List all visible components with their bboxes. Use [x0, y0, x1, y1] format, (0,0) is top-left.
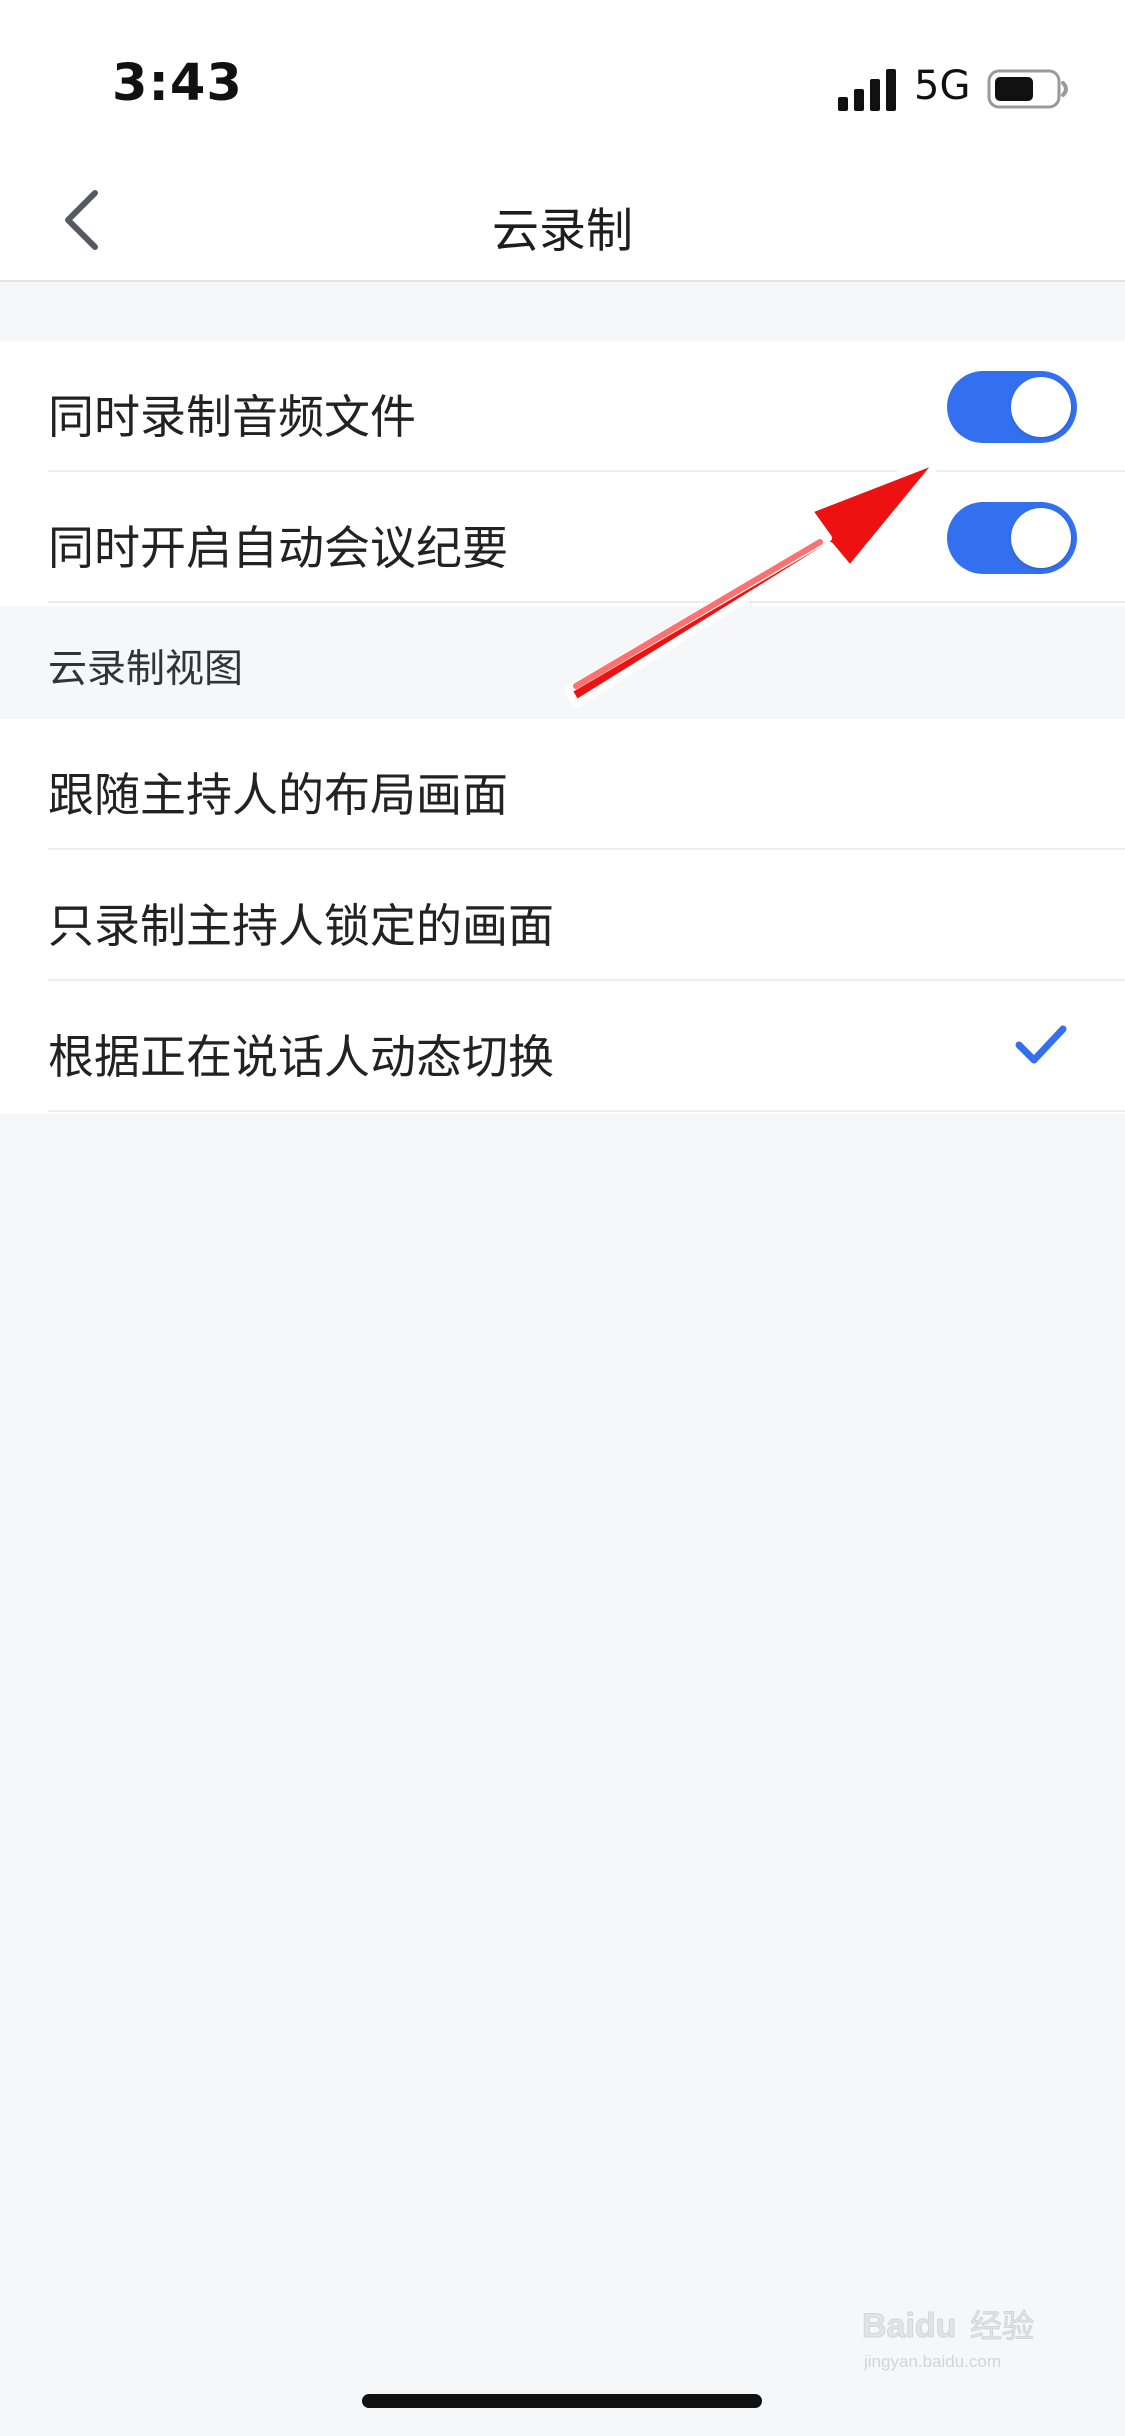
- status-time: 3:43: [112, 54, 243, 113]
- checkmark-icon: [1015, 1025, 1067, 1064]
- option-label: 根据正在说话人动态切换: [48, 1030, 554, 1084]
- divider: [48, 601, 1125, 603]
- audio-file-toggle[interactable]: [947, 371, 1077, 443]
- section-header-recording-view: 云录制视图: [48, 647, 244, 692]
- network-type: 5G: [914, 63, 971, 109]
- setting-row-meeting-minutes[interactable]: 同时开启自动会议纪要: [0, 472, 1125, 603]
- page-title: 云录制: [492, 204, 633, 259]
- svg-text:Baidu: Baidu: [862, 2307, 956, 2345]
- recording-view-group: 跟随主持人的布局画面 只录制主持人锁定的画面 根据正在说话人动态切换: [0, 719, 1125, 1114]
- battery-icon: [987, 69, 1068, 109]
- setting-label: 同时录制音频文件: [48, 390, 416, 444]
- setting-row-audio-file[interactable]: 同时录制音频文件: [0, 341, 1125, 472]
- recording-options-group: 同时录制音频文件 同时开启自动会议纪要: [0, 341, 1125, 606]
- svg-text:jingyan.baidu.com: jingyan.baidu.com: [863, 2352, 1001, 2371]
- meeting-minutes-toggle[interactable]: [947, 502, 1077, 574]
- toggle-knob: [1011, 508, 1071, 568]
- svg-text:经验: 经验: [970, 2307, 1034, 2345]
- view-option-follow-host-layout[interactable]: 跟随主持人的布局画面: [0, 719, 1125, 850]
- setting-label: 同时开启自动会议纪要: [48, 521, 508, 575]
- option-label: 跟随主持人的布局画面: [48, 768, 508, 822]
- divider: [48, 1110, 1125, 1112]
- view-option-active-speaker[interactable]: 根据正在说话人动态切换: [0, 981, 1125, 1112]
- toggle-knob: [1011, 377, 1071, 437]
- cellular-signal-icon: [838, 69, 896, 111]
- option-label: 只录制主持人锁定的画面: [48, 899, 554, 953]
- status-bar: 3:43 5G: [0, 0, 1125, 160]
- baidu-jingyan-watermark: Baidu 经验 jingyan.baidu.com: [862, 2307, 1035, 2372]
- view-option-host-locked[interactable]: 只录制主持人锁定的画面: [0, 850, 1125, 981]
- navigation-bar: 云录制: [0, 160, 1125, 282]
- home-indicator: [362, 2394, 762, 2408]
